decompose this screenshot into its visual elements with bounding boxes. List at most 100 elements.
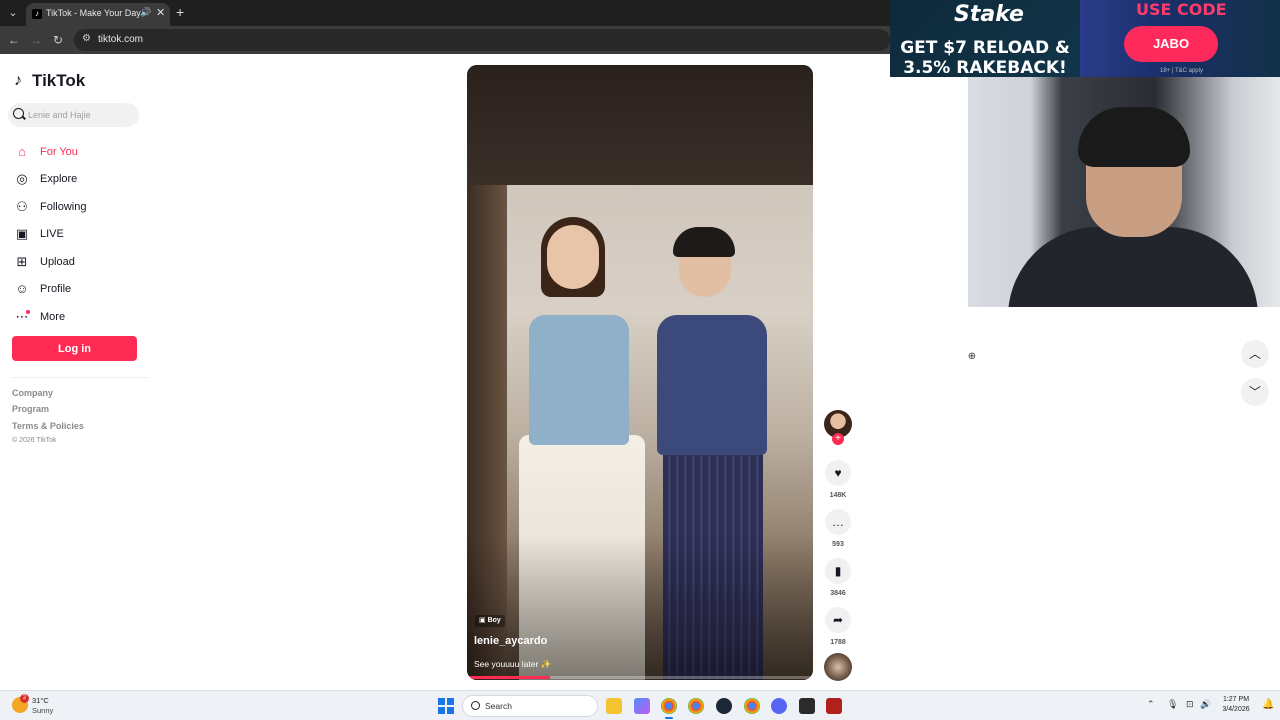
browser-tab[interactable]: ♪ TikTok - Make Your Day 🔊 ✕ [26, 3, 170, 26]
network-icon[interactable]: ⊡ [1186, 699, 1194, 710]
chrome-profile-icon[interactable] [744, 698, 760, 714]
tray-chevron-up-icon[interactable]: ⌃ [1147, 699, 1155, 710]
search-input[interactable] [28, 108, 138, 122]
webcam-person-body [1008, 227, 1258, 307]
video-progress-fill [467, 676, 551, 679]
ad-brand-logo: Stake [954, 2, 1024, 27]
video-ceiling [467, 65, 813, 185]
like-heart-icon[interactable]: ♥ [825, 460, 851, 486]
video-tag[interactable]: ▣ Boy [475, 615, 505, 627]
notification-bell-icon[interactable]: 🔔 [1262, 699, 1274, 710]
tiktok-logo[interactable]: ♪ TikTok [14, 70, 85, 92]
sidebar-item-label: LIVE [40, 228, 64, 241]
sidebar-item-upload[interactable]: ⊞ Upload [14, 248, 144, 276]
search-box[interactable] [8, 103, 139, 127]
upload-plus-icon: ⊞ [16, 253, 28, 269]
sidebar-item-explore[interactable]: ◎ Explore [14, 166, 144, 194]
sidebar-item-label: Upload [40, 255, 75, 268]
taskbar-search-box[interactable]: Search [462, 695, 598, 717]
sidebar-item-label: Profile [40, 283, 72, 296]
sidebar-item-profile[interactable]: ☺ Profile [14, 276, 144, 304]
windows-start-icon[interactable] [438, 698, 454, 714]
sidebar-item-live[interactable]: ▣ LIVE [14, 221, 144, 249]
site-info-icon[interactable]: ⚙ [82, 33, 91, 44]
new-tab-plus-icon[interactable]: + [176, 4, 184, 20]
steam-icon[interactable] [716, 698, 732, 714]
video-username[interactable]: lenie_aycardo [474, 635, 547, 647]
profile-icon: ☺ [15, 281, 29, 297]
search-icon [471, 701, 480, 710]
bookmark-icon[interactable]: ▮ [825, 558, 851, 584]
share-arrow-icon[interactable]: ➦ [825, 607, 851, 633]
ad-left-panel: Stake GET $7 RELOAD & 3.5% RAKEBACK! [890, 0, 1080, 77]
weather-temperature[interactable]: 31°C [32, 696, 49, 705]
compass-icon: ◎ [16, 171, 28, 187]
clock-time: 1:27 PM [1222, 696, 1250, 703]
video-progress-bar[interactable] [467, 676, 813, 679]
video-dancer-top [529, 315, 629, 445]
logo-text: TikTok [32, 71, 86, 90]
tab-audio-icon[interactable]: 🔊 [140, 7, 151, 18]
clock-date: 3/4/2026 [1222, 706, 1250, 713]
like-count: 148K [829, 492, 847, 499]
terminal-app-icon[interactable] [799, 698, 815, 714]
chrome-active-icon[interactable] [661, 698, 677, 719]
chrome-icon[interactable] [688, 698, 704, 714]
forward-arrow-icon[interactable]: → [28, 32, 44, 48]
comment-icon[interactable]: … [825, 509, 851, 535]
reload-icon[interactable]: ↻ [50, 32, 66, 48]
sidebar-item-label: Explore [40, 173, 78, 186]
sidebar-item-for-you[interactable]: ⌂ For You [14, 138, 144, 166]
ad-right-panel: USE CODE JABO 18+ | T&C apply [1080, 0, 1280, 77]
game-app-icon[interactable] [826, 698, 842, 714]
comment-count: 593 [832, 541, 844, 548]
url-text[interactable]: tiktok.com [98, 34, 143, 45]
following-icon: ⚇ [16, 198, 28, 214]
cursor-icon: ⊕ [967, 351, 977, 362]
stake-ad-banner: Stake GET $7 RELOAD & 3.5% RAKEBACK! USE… [890, 0, 1280, 77]
file-explorer-icon[interactable] [606, 698, 622, 714]
footer-link-program[interactable]: Program [12, 404, 49, 414]
back-arrow-icon[interactable]: ← [6, 32, 22, 48]
video-dancer2-hair [673, 227, 735, 257]
search-icon[interactable] [13, 108, 24, 119]
video-tag-label: Boy [487, 617, 501, 624]
footer-link-company[interactable]: Company [12, 388, 53, 398]
sidebar-item-label: For You [40, 145, 78, 158]
ad-code-badge: JABO [1124, 26, 1218, 62]
follow-plus-icon[interactable]: + [832, 433, 844, 445]
copilot-icon[interactable] [634, 698, 650, 714]
ad-fine-print: 18+ | T&C apply [1160, 68, 1203, 74]
webcam-overlay [968, 77, 1280, 307]
discord-icon[interactable] [771, 698, 787, 714]
sidebar-item-following[interactable]: ⚇ Following [14, 193, 144, 221]
sidebar-divider [12, 377, 148, 378]
login-button[interactable]: Log in [12, 336, 137, 361]
weather-description[interactable]: Sunny [32, 706, 53, 715]
sidebar-item-label: Following [40, 200, 87, 213]
system-clock[interactable]: 1:27 PM 3/4/2026 [1216, 695, 1256, 715]
weather-badge: 2 [20, 694, 29, 703]
sidebar-item-more[interactable]: ⋯ More [14, 303, 144, 331]
volume-icon[interactable]: 🔊 [1200, 699, 1211, 710]
video-dancer2-shirt [657, 315, 767, 455]
next-video-chevron-down-icon[interactable]: ﹀ [1241, 378, 1269, 406]
video-player[interactable]: ▣ Boy lenie_aycardo See youuuu later ✨ [467, 65, 813, 680]
sidebar-nav: ⌂ For You ◎ Explore ⚇ Following ▣ LIVE ⊞… [14, 138, 144, 331]
windows-taskbar: 2 31°C Sunny Search ⌃ 🎙 ⊡ 🔊 1:27 PM 3/4/… [0, 690, 1280, 720]
tab-title: TikTok - Make Your Day [46, 8, 141, 18]
microphone-icon[interactable]: 🎙 [1167, 699, 1178, 710]
live-tv-icon: ▣ [15, 226, 29, 242]
music-disc-icon[interactable] [824, 653, 852, 681]
video-caption: See youuuu later ✨ [474, 659, 552, 669]
tab-search-chevron-icon[interactable]: ⌄ [4, 4, 22, 22]
footer-link-terms[interactable]: Terms & Policies [12, 421, 84, 431]
address-bar[interactable]: ⚙ tiktok.com [74, 29, 890, 51]
taskbar-search-label: Search [485, 701, 512, 711]
previous-video-chevron-up-icon[interactable]: ︿ [1241, 340, 1269, 368]
notification-dot [26, 310, 30, 314]
tab-close-icon[interactable]: ✕ [156, 6, 165, 19]
copyright: © 2026 TikTok [12, 437, 57, 444]
save-count: 3846 [830, 590, 846, 597]
ad-headline: GET $7 RELOAD & 3.5% RAKEBACK! [900, 38, 1070, 77]
